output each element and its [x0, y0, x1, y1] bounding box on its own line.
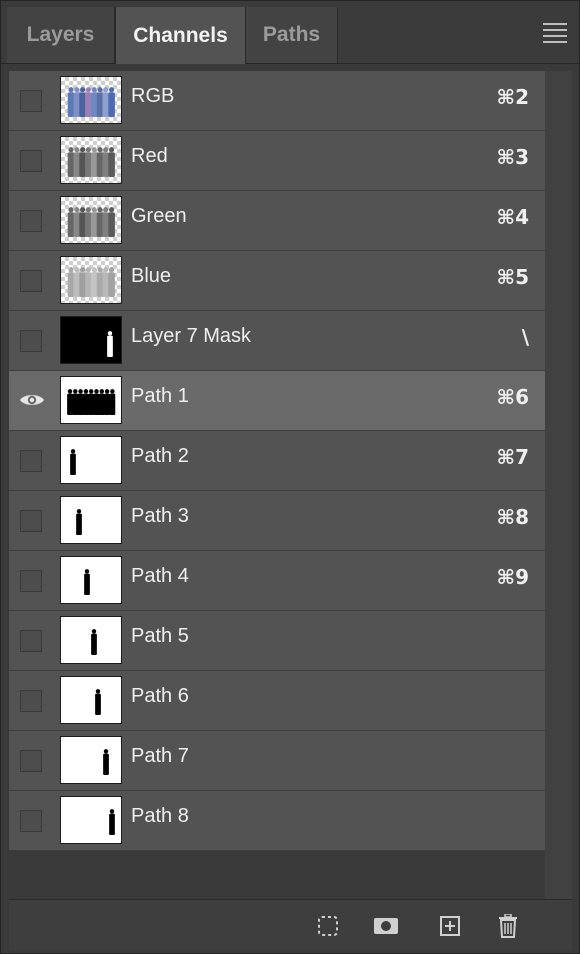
channel-name: Green — [131, 205, 187, 227]
channel-name: RGB — [131, 85, 175, 107]
tab-bar: Layers Channels Paths — [1, 1, 579, 64]
visibility-toggle[interactable] — [20, 330, 42, 352]
channel-row[interactable]: Red ⌘3 — [9, 131, 545, 191]
tab-layers[interactable]: Layers — [7, 7, 115, 63]
visibility-toggle[interactable] — [20, 570, 42, 592]
channel-list: RGB ⌘2 Red ⌘3 Green ⌘4 Blue ⌘5 Layer 7 Mask \ Path… — [9, 71, 545, 851]
tab-channels[interactable]: Channels — [115, 7, 246, 64]
tab-paths[interactable]: Paths — [246, 7, 338, 63]
channel-thumbnail — [60, 436, 122, 484]
visibility-toggle[interactable] — [20, 210, 42, 232]
channel-shortcut: ⌘7 — [496, 445, 529, 469]
channel-thumbnail — [60, 496, 122, 544]
visibility-toggle[interactable] — [20, 750, 42, 772]
channel-row[interactable]: Path 2 ⌘7 — [9, 431, 545, 491]
visibility-toggle[interactable] — [20, 150, 42, 172]
channel-thumbnail — [60, 256, 122, 304]
channel-thumbnail — [60, 676, 122, 724]
channel-thumbnail — [60, 316, 122, 364]
visibility-toggle[interactable] — [20, 270, 42, 292]
channel-thumbnail — [60, 76, 122, 124]
channel-name: Path 4 — [131, 565, 189, 587]
channel-name: Path 8 — [131, 805, 189, 827]
channel-row[interactable]: Path 3 ⌘8 — [9, 491, 545, 551]
channel-shortcut: ⌘4 — [496, 205, 529, 229]
channel-name: Path 3 — [131, 505, 189, 527]
new-channel-icon[interactable] — [437, 913, 463, 939]
channel-name: Path 6 — [131, 685, 189, 707]
channel-name: Path 5 — [131, 625, 189, 647]
channel-row[interactable]: Path 5 — [9, 611, 545, 671]
channel-shortcut: ⌘8 — [496, 505, 529, 529]
visibility-toggle[interactable] — [20, 630, 42, 652]
channel-name: Path 7 — [131, 745, 189, 767]
channel-name: Blue — [131, 265, 172, 287]
visibility-toggle[interactable] — [20, 450, 42, 472]
load-selection-icon[interactable] — [315, 913, 341, 939]
visibility-toggle[interactable] — [20, 690, 42, 712]
channel-name: Path 2 — [131, 445, 189, 467]
channel-row[interactable]: Path 1 ⌘6 — [9, 371, 545, 431]
channel-name: Red — [131, 145, 168, 167]
channel-row[interactable]: RGB ⌘2 — [9, 71, 545, 131]
channel-thumbnail — [60, 556, 122, 604]
channel-row[interactable]: Blue ⌘5 — [9, 251, 545, 311]
channel-shortcut: ⌘9 — [496, 565, 529, 589]
channel-thumbnail — [60, 616, 122, 664]
channel-shortcut: ⌘6 — [496, 385, 529, 409]
channel-thumbnail — [60, 376, 122, 424]
panel-menu-icon[interactable] — [543, 23, 567, 43]
channel-row[interactable]: Layer 7 Mask \ — [9, 311, 545, 371]
channel-shortcut: ⌘5 — [496, 265, 529, 289]
visibility-toggle[interactable] — [20, 90, 42, 112]
channels-panel: Layers Channels Paths RGB ⌘2 Red ⌘3 Green ⌘4 B… — [0, 0, 580, 954]
channel-thumbnail — [60, 736, 122, 784]
channel-row[interactable]: Path 4 ⌘9 — [9, 551, 545, 611]
channel-name: Layer 7 Mask — [131, 325, 252, 347]
panel-footer — [9, 899, 572, 950]
channel-thumbnail — [60, 796, 122, 844]
channel-name: Path 1 — [131, 385, 189, 407]
visibility-toggle[interactable] — [20, 810, 42, 832]
visibility-toggle[interactable] — [20, 510, 42, 532]
delete-channel-icon[interactable] — [495, 913, 521, 939]
channel-shortcut: ⌘2 — [496, 85, 529, 109]
channel-shortcut: ⌘3 — [496, 145, 529, 169]
channel-thumbnail — [60, 196, 122, 244]
scrollbar-track[interactable] — [545, 71, 572, 899]
channel-thumbnail — [60, 136, 122, 184]
channel-row[interactable]: Path 6 — [9, 671, 545, 731]
channel-row[interactable]: Path 8 — [9, 791, 545, 851]
channel-shortcut: \ — [521, 325, 529, 349]
eye-icon[interactable] — [19, 392, 45, 408]
save-mask-icon[interactable] — [373, 913, 399, 939]
channel-row[interactable]: Green ⌘4 — [9, 191, 545, 251]
channel-row[interactable]: Path 7 — [9, 731, 545, 791]
